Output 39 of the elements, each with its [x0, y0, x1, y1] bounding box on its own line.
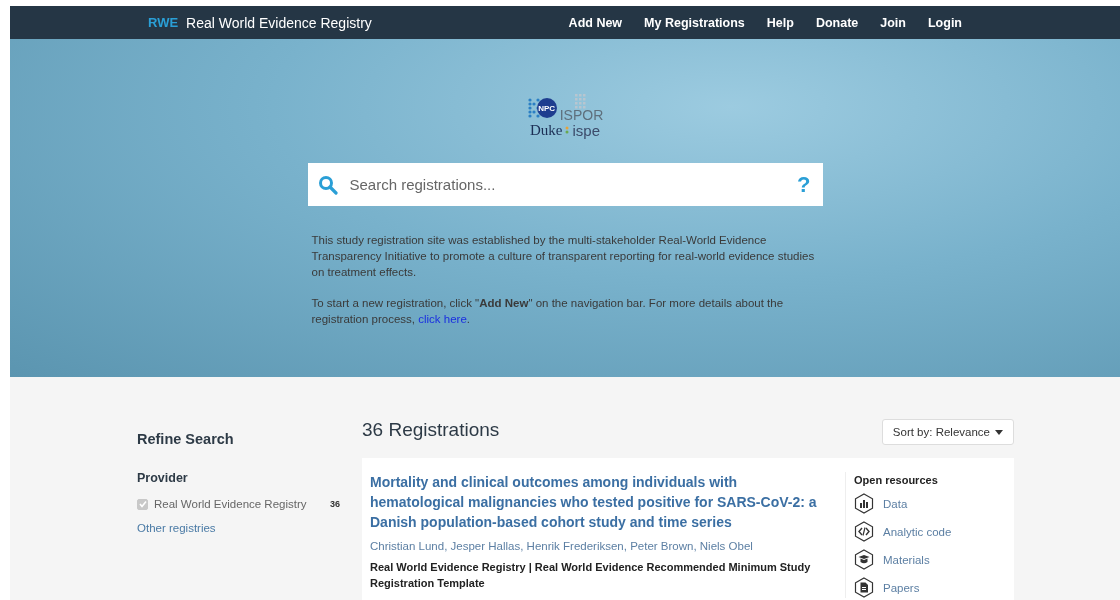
- source-text: Real World Evidence Registry | Real World Evidence Recommended Minimum Study Registration Template: [370, 560, 812, 591]
- bar-chart-icon: [854, 493, 874, 514]
- resources-heading: Open resources: [854, 474, 939, 486]
- sidebar-title: Refine Search: [137, 431, 235, 447]
- resource-link[interactable]: Analytic code: [883, 525, 952, 538]
- ispor-logo: ISPOR: [559, 108, 604, 122]
- duke-logo: Duke: [530, 122, 563, 139]
- grid-icon: [575, 94, 588, 110]
- results-heading: 36 Registrations: [362, 418, 500, 441]
- graduation-cap-icon: [854, 549, 874, 570]
- intro-text: This study registration site was established by the multi-stakeholder Real-World Evidence Transparency Initiative to promote a culture of transparent reporting for real-world evidence studies on treatment effects.: [311, 233, 816, 280]
- resource-link[interactable]: Papers: [883, 581, 920, 594]
- resource-link[interactable]: Data: [883, 497, 908, 510]
- nav-link[interactable]: My Registrations: [644, 15, 745, 30]
- ispe-logo: ispe: [572, 122, 600, 139]
- filter-count: 36: [330, 499, 340, 509]
- site-title[interactable]: Real World Evidence Registry: [186, 14, 372, 31]
- section-heading: Provider: [137, 471, 189, 485]
- click-here-link[interactable]: click here: [418, 313, 467, 325]
- npc-logo: NPC: [536, 98, 557, 118]
- sort-dropdown[interactable]: Sort by: Relevance: [881, 419, 1014, 445]
- help-icon[interactable]: ?: [797, 171, 811, 198]
- dots-icon: [565, 125, 570, 136]
- nav-link[interactable]: Login: [928, 15, 962, 30]
- nav-link[interactable]: Help: [766, 15, 794, 30]
- authors-text: Christian Lund, Jesper Hallas, Henrik Frederiksen, Peter Brown, Niels Obel: [370, 540, 754, 552]
- brand-logo[interactable]: RWE: [148, 15, 179, 30]
- result-title-link[interactable]: Mortality and clinical outcomes among individuals with hematological malignancies who tested positive for SARS-CoV-2: a Danish population-based cohort study and time series: [370, 472, 831, 532]
- filter-label: Real World Evidence Registry: [154, 498, 308, 510]
- nav-link[interactable]: Donate: [815, 15, 859, 30]
- search-icon: [317, 174, 338, 195]
- other-registries-link[interactable]: Other registries: [137, 522, 340, 534]
- code-icon: [854, 521, 874, 542]
- search-field[interactable]: Search registrations... ?: [307, 163, 823, 206]
- nav-link[interactable]: Join: [880, 15, 906, 30]
- instructions-text: To start a new registration, click "Add New" on the navigation bar. For more details about the registration process, click here.: [311, 296, 785, 327]
- caret-icon: [995, 429, 1003, 435]
- nav-link[interactable]: Add New: [568, 15, 623, 30]
- resource-link[interactable]: Materials: [883, 553, 930, 566]
